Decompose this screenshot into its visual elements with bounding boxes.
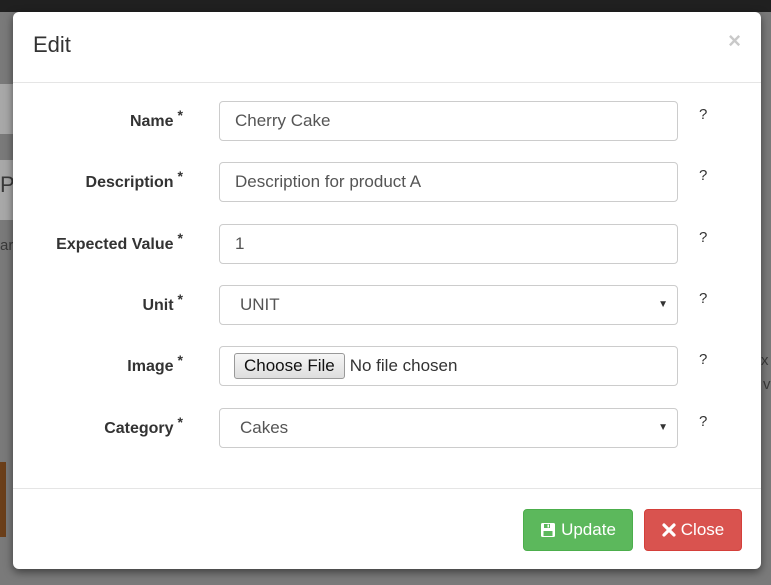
close-button-label: Close	[680, 520, 725, 539]
help-icon[interactable]: ?	[699, 413, 707, 430]
category-select[interactable]: Cakes ▼	[219, 408, 678, 448]
file-status: No file chosen	[349, 356, 458, 375]
floppy-disk-icon	[540, 522, 556, 538]
background-panel	[0, 84, 14, 134]
background-text: x	[761, 352, 769, 369]
required-marker: *	[177, 230, 183, 246]
expected-value-label: Expected Value *	[56, 230, 183, 253]
form-row-unit: Unit * UNIT ▼ ?	[13, 285, 761, 327]
required-marker: *	[177, 414, 183, 430]
form-row-expected-value: Expected Value * 1 ?	[13, 224, 761, 266]
help-icon[interactable]: ?	[699, 351, 707, 368]
background-thumbnail	[0, 462, 6, 537]
description-label: Description *	[85, 168, 183, 191]
background-top-bar	[0, 0, 771, 12]
unit-select[interactable]: UNIT ▼	[219, 285, 678, 325]
update-button-label: Update	[561, 520, 616, 539]
help-icon[interactable]: ?	[699, 290, 707, 307]
image-file-input: Choose File No file chosen	[219, 346, 678, 386]
form-row-image: Image * Choose File No file chosen ?	[13, 346, 761, 388]
category-selected-value: Cakes	[240, 418, 289, 437]
x-icon	[662, 523, 676, 537]
choose-file-button[interactable]: Choose File	[234, 353, 345, 379]
required-marker: *	[177, 168, 183, 184]
form-row-name: Name * Cherry Cake ?	[13, 101, 761, 143]
modal-header: Edit ×	[13, 12, 761, 83]
edit-modal: Edit × Name * Cherry Cake ? Description * …	[13, 12, 761, 569]
unit-selected-value: UNIT	[240, 295, 280, 314]
close-button[interactable]: Close	[644, 509, 742, 551]
caret-down-icon: ▼	[658, 299, 668, 310]
update-button[interactable]: Update	[523, 509, 633, 551]
name-input[interactable]: Cherry Cake	[219, 101, 678, 141]
expected-value-input[interactable]: 1	[219, 224, 678, 264]
help-icon[interactable]: ?	[699, 167, 707, 184]
required-marker: *	[177, 107, 183, 123]
background-text: v	[763, 376, 771, 393]
form-row-description: Description * Description for product A ?	[13, 162, 761, 204]
help-icon[interactable]: ?	[699, 229, 707, 246]
name-label: Name *	[129, 107, 183, 130]
unit-label: Unit *	[142, 291, 183, 314]
required-marker: *	[177, 291, 183, 307]
help-icon[interactable]: ?	[699, 106, 707, 123]
modal-title: Edit	[33, 32, 71, 57]
caret-down-icon: ▼	[658, 422, 668, 433]
background-text: ar	[0, 237, 14, 254]
required-marker: *	[177, 352, 183, 368]
modal-footer: Update Close	[13, 488, 761, 570]
category-label: Category *	[104, 414, 183, 437]
image-label: Image *	[127, 352, 183, 375]
form-row-category: Category * Cakes ▼ ?	[13, 408, 761, 450]
description-input[interactable]: Description for product A	[219, 162, 678, 202]
close-icon[interactable]: ×	[728, 28, 741, 54]
